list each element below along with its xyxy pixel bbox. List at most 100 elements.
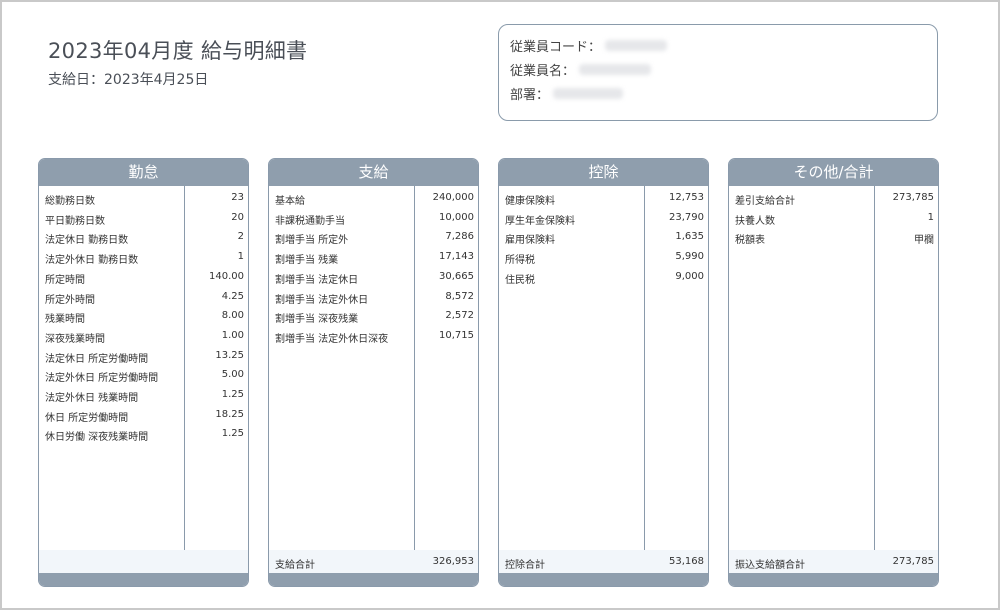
payslip-frame: 2023年04月度 給与明細書 支給日：2023年4月25日 従業員コード： 従… (0, 0, 1000, 610)
table-row: 健康保険料 12,753 (499, 189, 708, 209)
employee-code-redacted (605, 40, 668, 51)
row-value: 5.00 (221, 369, 244, 381)
row-label: 法定外休日 残業時間 (45, 393, 139, 404)
pay-date: 支給日：2023年4月25日 (48, 72, 209, 88)
table-row: 平日勤務日数 20 (39, 209, 248, 229)
row-value: 2,572 (445, 310, 474, 322)
employee-info-box: 従業員コード： 従業員名： 部署： (498, 24, 938, 121)
row-label: 割増手当 所定外 (275, 235, 349, 247)
table-row: 割増手当 法定休日 30,665 (269, 268, 478, 288)
deductions-header: 控除 (499, 159, 708, 186)
table-row: 雇用保険料 1,635 (499, 228, 708, 248)
employee-code-label: 従業員コード： (510, 40, 602, 55)
table-row: 休日労働 深夜残業時間 1.25 (39, 425, 248, 445)
row-value: 10,000 (439, 211, 474, 223)
table-row: 割増手当 所定外 7,286 (269, 228, 478, 248)
row-value: 1 (927, 211, 934, 223)
other-totals-panel: その他/合計 差引支給合計 273,785 扶養人数 1 税額表 甲欄 振込支給額合計 2… (728, 158, 939, 587)
table-row: 基本給 240,000 (269, 189, 478, 209)
total-value: 53,168 (669, 556, 704, 567)
table-row: 扶養人数 1 (729, 209, 938, 229)
table-row: 深夜残業時間 1.00 (39, 327, 248, 347)
row-label: 所定時間 (45, 274, 85, 286)
row-value: 1,635 (675, 231, 704, 243)
department-row: 部署： (510, 84, 624, 103)
deductions-total-row: 控除合計 53,168 (499, 550, 708, 574)
row-value: 10,715 (439, 329, 474, 341)
table-row: 総勤務日数 23 (39, 189, 248, 209)
row-label: 雇用保険料 (505, 235, 555, 247)
row-label: 割増手当 深夜残業 (275, 314, 359, 326)
row-label: 差引支給合計 (735, 196, 795, 207)
table-row: 厚生年金保険料 23,790 (499, 209, 708, 229)
row-value: 1.00 (221, 329, 244, 341)
payments-panel: 支給 基本給 240,000 非課税通勤手当 10,000 割増手当 所定外 7,286 割… (268, 158, 479, 587)
row-value: 5,990 (675, 251, 704, 263)
total-label: 支給合計 (275, 560, 315, 571)
row-label: 所定外時間 (45, 294, 95, 306)
attendance-rows: 総勤務日数 23 平日勤務日数 20 法定休日 勤務日数 2 法定外休日 勤務日数 1 所定時間… (39, 186, 248, 550)
panel-footer-bar (729, 573, 938, 586)
deductions-panel: 控除 健康保険料 12,753 厚生年金保険料 23,790 雇用保険料 1,635 所得税… (498, 158, 709, 587)
total-label: 振込支給額合計 (735, 560, 805, 571)
total-label: 控除合計 (505, 560, 545, 571)
row-label: 扶養人数 (735, 215, 775, 227)
row-label: 割増手当 法定休日 (275, 274, 359, 286)
panel-footer-bar (499, 573, 708, 586)
row-label: 非課税通勤手当 (275, 215, 345, 227)
row-value: 2 (237, 231, 244, 243)
row-label: 総勤務日数 (45, 196, 95, 207)
row-value: 273,785 (892, 192, 934, 203)
table-row: 割増手当 深夜残業 2,572 (269, 307, 478, 327)
row-label: 休日 所定労働時間 (45, 412, 129, 424)
table-row: 住民税 9,000 (499, 268, 708, 288)
attendance-panel: 勤怠 総勤務日数 23 平日勤務日数 20 法定休日 勤務日数 2 法定外休日 勤務日数 1 所… (38, 158, 249, 587)
payments-rows: 基本給 240,000 非課税通勤手当 10,000 割増手当 所定外 7,286 割増手当… (269, 186, 478, 550)
table-row: 休日 所定労働時間 18.25 (39, 406, 248, 426)
row-label: 割増手当 残業 (275, 255, 339, 267)
row-value: 9,000 (675, 270, 704, 282)
row-label: 所得税 (505, 255, 535, 267)
table-row: 割増手当 残業 17,143 (269, 248, 478, 268)
row-value: 4.25 (221, 290, 244, 302)
other-totals-rows: 差引支給合計 273,785 扶養人数 1 税額表 甲欄 (729, 186, 938, 550)
table-row: 差引支給合計 273,785 (729, 189, 938, 209)
table-row: 割増手当 法定外休日 8,572 (269, 288, 478, 308)
table-row: 法定外休日 残業時間 1.25 (39, 386, 248, 406)
row-label: 法定休日 所定労働時間 (45, 353, 149, 365)
row-value: 8,572 (445, 290, 474, 302)
table-row: 割増手当 法定外休日深夜 10,715 (269, 327, 478, 347)
other-totals-total-row: 振込支給額合計 273,785 (729, 550, 938, 574)
attendance-total-row (39, 550, 248, 574)
employee-name-label: 従業員名： (510, 64, 576, 79)
table-row: 法定外休日 所定労働時間 5.00 (39, 366, 248, 386)
table-row: 所定外時間 4.25 (39, 288, 248, 308)
employee-name-row: 従業員名： (510, 60, 652, 79)
table-row: 非課税通勤手当 10,000 (269, 209, 478, 229)
row-value: 7,286 (445, 231, 474, 243)
row-label: 法定休日 勤務日数 (45, 235, 129, 247)
row-value: 20 (231, 211, 244, 223)
row-label: 健康保険料 (505, 196, 555, 207)
other-totals-header: その他/合計 (729, 159, 938, 186)
row-label: 基本給 (275, 196, 305, 207)
row-label: 割増手当 法定外休日 (275, 294, 369, 306)
table-row: 法定休日 所定労働時間 13.25 (39, 347, 248, 367)
row-label: 割増手当 法定外休日深夜 (275, 333, 389, 345)
row-value: 1 (237, 251, 244, 263)
row-label: 深夜残業時間 (45, 333, 105, 345)
row-label: 法定外休日 所定労働時間 (45, 373, 159, 385)
employee-name-redacted (579, 64, 652, 75)
row-label: 厚生年金保険料 (505, 215, 575, 227)
row-value: 17,143 (439, 251, 474, 263)
row-value: 240,000 (432, 192, 474, 203)
table-row: 残業時間 8.00 (39, 307, 248, 327)
total-value: 326,953 (432, 556, 474, 567)
employee-code-row: 従業員コード： (510, 36, 668, 55)
payments-total-row: 支給合計 326,953 (269, 550, 478, 574)
page-title: 2023年04月度 給与明細書 (48, 39, 308, 63)
payments-header: 支給 (269, 159, 478, 186)
row-value: 1.25 (221, 428, 244, 440)
row-value: 18.25 (215, 408, 244, 420)
row-label: 税額表 (735, 235, 765, 247)
